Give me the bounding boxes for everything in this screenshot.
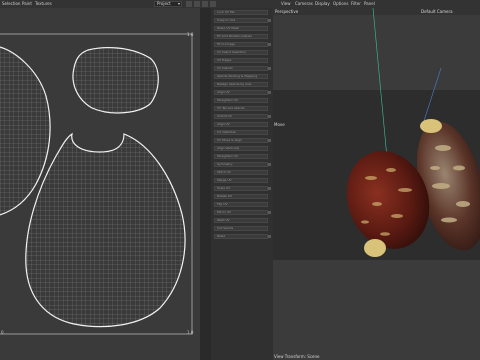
uv-canvas [0,33,193,335]
project-dropdown-value: Project [157,1,171,6]
uv-island-large[interactable] [25,132,186,328]
grid-icon[interactable] [186,1,192,7]
tool-button[interactable]: Merge UV [214,178,268,183]
menu-view[interactable]: View [281,1,291,6]
tool-button[interactable]: Unfold UV [214,114,268,119]
menu-options[interactable]: Options [333,1,348,6]
menu-paint[interactable]: Paint [22,1,32,6]
tool-button[interactable]: Scale UV [214,186,268,191]
tool-button[interactable]: Straighten UV [214,98,268,103]
panel-strip [200,8,211,360]
menu-selection[interactable]: Selection [2,1,20,6]
tool-button[interactable]: UV Islands [214,66,268,71]
project-dropdown[interactable]: Project ▾ [154,1,182,7]
tool-option-checkbox[interactable] [268,43,271,46]
tool-button[interactable]: Fit to Image [214,42,268,47]
tool-button[interactable]: Relax UV Mesh [214,26,268,31]
tool-button[interactable]: Align Vertically [214,146,268,151]
menu-textures[interactable]: Textures [35,1,52,6]
tool-button[interactable]: Relax [214,234,268,239]
view-icon[interactable] [202,1,208,7]
chevron-down-icon: ▾ [177,1,180,6]
tool-button[interactable]: Mirror UV [214,210,268,215]
tool-button[interactable]: UV Move & Align [214,138,268,143]
menu-panel[interactable]: Panel [364,1,375,6]
tool-option-checkbox[interactable] [268,19,271,22]
viewport-scene [346,8,480,257]
tool-button[interactable]: Align UV [214,122,268,127]
tool-button[interactable]: Rotate UV [214,194,268,199]
tool-button[interactable]: UV Optimize [214,130,268,135]
viewport-footer: View Transform: Scene [274,354,320,359]
tool-option-checkbox[interactable] [268,91,271,94]
tool-option-checkbox[interactable] [268,211,271,214]
tool-icon[interactable] [210,1,216,7]
viewport-3d[interactable]: Perspective Default Camera Move View Tra… [273,8,480,360]
tool-button[interactable]: UV Terrace Islands [214,106,268,111]
tool-button[interactable]: Realign Islands by Axis [214,82,268,87]
tool-button[interactable]: Stitch UV [214,170,268,175]
tool-option-checkbox[interactable] [268,163,271,166]
tool-button[interactable]: Flip UV [214,202,268,207]
tool-button[interactable]: Snap to UVs [214,18,268,23]
tool-option-checkbox[interactable] [268,187,271,190]
tool-button[interactable]: UV Edges [214,58,268,63]
menu-filter[interactable]: Filter [351,1,361,6]
axis-z-line [422,67,442,125]
tool-button[interactable]: Lock UV Pts [214,10,268,15]
uv-bottom-right-label: 1.0 [187,330,194,335]
tool-button[interactable]: Align UV [214,90,268,95]
tool-option-checkbox[interactable] [268,67,271,70]
menu-cameras[interactable]: Cameras [295,1,313,6]
uv-tool-panel: Lock UV Pts Snap to UVs Relax UV Mesh Fit G… [200,8,273,360]
uv-bottom-left-label: 0 [1,330,4,335]
settings-icon[interactable] [194,1,200,7]
axis-y-line [372,8,388,159]
tool-button[interactable]: Cut Seams [214,226,268,231]
seed-back-tip [420,119,442,133]
uv-top-right-label: 1.0 [187,32,194,37]
tool-option-checkbox[interactable] [268,115,271,118]
uv-island-small[interactable] [72,47,159,114]
tool-button[interactable]: Islands Packing & Mapping [214,74,268,79]
tool-button[interactable]: UV Island Selection [214,50,268,55]
tool-option-checkbox[interactable] [268,139,271,142]
menu-bar: Selection Paint Textures Project ▾ View … [0,0,480,8]
tool-button[interactable]: Weld UV [214,218,268,223]
tool-option-checkbox[interactable] [268,235,271,238]
tool-button[interactable]: Fit Grid Position Islands [214,34,268,39]
uv-editor[interactable]: 1.0 1.0 0 [0,8,200,360]
seed-front-tip [364,239,386,257]
tool-button[interactable]: Symmetry [214,162,268,167]
tool-button[interactable]: Straighten UV [214,154,268,159]
menu-display[interactable]: Display [315,1,330,6]
